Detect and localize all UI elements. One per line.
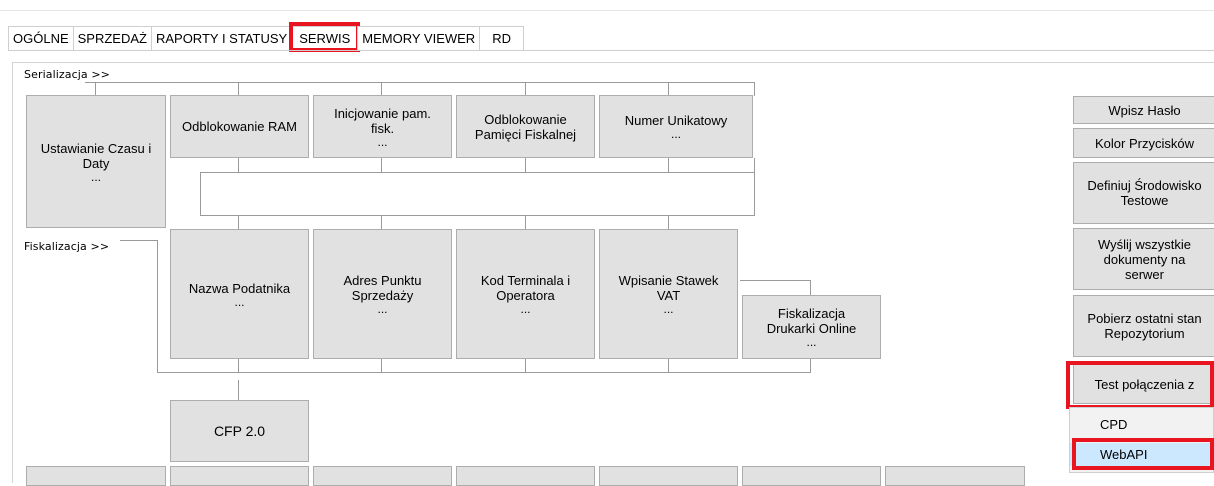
connector	[525, 82, 526, 95]
connector	[754, 82, 755, 96]
connector	[238, 82, 239, 95]
dropdown-item-cpd[interactable]: CPD	[1070, 413, 1213, 436]
button-label: Numer Unikatowy	[624, 113, 728, 128]
button-label: Wyślij wszystkie dokumenty na serwer	[1097, 236, 1192, 282]
connector	[754, 158, 755, 215]
connector	[381, 158, 382, 172]
nazwa-podatnika-button[interactable]: Nazwa Podatnika...	[170, 229, 309, 359]
connector	[200, 215, 755, 216]
wpisanie-stawek-button[interactable]: Wpisanie Stawek VAT...	[599, 229, 738, 359]
button-label: Definiuj Środowisko Testowe	[1087, 178, 1202, 208]
odblokowanie-ram-button[interactable]: Odblokowanie RAM	[170, 95, 309, 158]
button-label: CFP 2.0	[213, 422, 266, 439]
dropdown-item-webapi[interactable]: WebAPI	[1070, 443, 1213, 466]
tab-serwis[interactable]: SERWIS	[289, 22, 361, 52]
bottom-row-button[interactable]	[26, 466, 166, 486]
ellipsis: ...	[806, 335, 817, 349]
button-label: Kod Terminala i Operatora	[480, 273, 571, 303]
bottom-row-button[interactable]	[599, 466, 738, 486]
window-top-border	[0, 10, 1214, 11]
button-label: Wpisz Hasło	[1108, 102, 1181, 118]
kod-terminala-button[interactable]: Kod Terminala i Operatora...	[456, 229, 595, 359]
tab-rd[interactable]: RD	[479, 26, 524, 50]
connector	[668, 158, 669, 172]
wpisz-haslo-button[interactable]: Wpisz Hasło	[1073, 96, 1214, 124]
connector	[200, 172, 201, 215]
odblokowanie-pamieci-button[interactable]: Odblokowanie Pamięci Fiskalnej	[456, 95, 595, 158]
connector	[381, 358, 382, 373]
tab-ogolne[interactable]: OGÓLNE	[8, 26, 74, 50]
connector	[200, 172, 755, 173]
ellipsis: ...	[377, 134, 388, 149]
connector	[238, 158, 239, 172]
connection-dropdown: CPD WebAPI	[1069, 407, 1214, 473]
connector	[525, 358, 526, 373]
bottom-row-button[interactable]	[170, 466, 309, 486]
connector	[238, 380, 239, 400]
connector	[95, 82, 96, 95]
button-label: Ustawianie Czasu i Daty	[40, 140, 152, 171]
connector	[668, 215, 669, 229]
connector	[238, 215, 239, 229]
bottom-row-button[interactable]	[742, 466, 881, 486]
bottom-row-button[interactable]	[313, 466, 452, 486]
connector	[238, 358, 239, 373]
connector	[740, 280, 811, 281]
button-label: Inicjowanie pam. fisk.	[334, 105, 431, 136]
ellipsis: ...	[234, 294, 245, 309]
ellipsis: ...	[90, 169, 101, 184]
ellipsis: ...	[663, 302, 674, 316]
connector	[85, 82, 755, 83]
connector	[668, 82, 669, 95]
tab-separator	[8, 50, 1214, 51]
tab-bar: OGÓLNE SPRZEDAŻ RAPORTY I STATUSY SERWIS…	[8, 22, 524, 52]
definiuj-srodowisko-button[interactable]: Definiuj Środowisko Testowe	[1073, 162, 1214, 224]
kolor-przyciskow-button[interactable]: Kolor Przycisków	[1073, 128, 1214, 158]
button-label: Pobierz ostatni stan Repozytorium	[1087, 311, 1202, 341]
bottom-row-button[interactable]	[885, 466, 1025, 486]
ellipsis: ...	[377, 302, 388, 316]
button-label: Nazwa Podatnika	[188, 280, 291, 296]
fiskalizacja-online-button[interactable]: Fiskalizacja Drukarki Online...	[742, 295, 881, 359]
connector	[120, 240, 158, 241]
bottom-row-button[interactable]	[456, 466, 595, 486]
pobierz-stan-button[interactable]: Pobierz ostatni stan Repozytorium	[1073, 295, 1214, 357]
connector	[668, 358, 669, 373]
wyslij-dokumenty-button[interactable]: Wyślij wszystkie dokumenty na serwer	[1073, 228, 1214, 290]
connector	[525, 158, 526, 172]
button-label: Test połączenia z	[1094, 376, 1195, 392]
button-label: Odblokowanie Pamięci Fiskalnej	[474, 111, 577, 142]
serializacja-label[interactable]: Serializacja >>	[24, 68, 110, 81]
inicjowanie-pamieci-button[interactable]: Inicjowanie pam. fisk....	[313, 95, 452, 158]
connector	[157, 372, 810, 373]
button-label: Kolor Przycisków	[1095, 135, 1194, 151]
ellipsis: ...	[520, 302, 531, 316]
button-label: Fiskalizacja Drukarki Online	[766, 306, 857, 336]
cfp-button[interactable]: CFP 2.0	[170, 400, 309, 462]
ellipsis: ...	[670, 127, 681, 141]
connector	[157, 240, 158, 373]
connector	[525, 215, 526, 229]
ustawianie-czasu-button[interactable]: Ustawianie Czasu i Daty...	[26, 95, 166, 228]
connector	[381, 82, 382, 95]
test-polaczenia-button[interactable]: Test połączenia z	[1073, 364, 1214, 404]
tab-raporty[interactable]: RAPORTY I STATUSY	[150, 26, 293, 50]
button-label: Odblokowanie RAM	[182, 119, 297, 134]
button-label: Wpisanie Stawek VAT	[618, 273, 719, 303]
tab-memory-viewer[interactable]: MEMORY VIEWER	[357, 26, 481, 50]
tab-sprzedaz[interactable]: SPRZEDAŻ	[72, 26, 152, 50]
numer-unikatowy-button[interactable]: Numer Unikatowy...	[599, 95, 753, 158]
connector	[381, 215, 382, 229]
connector	[810, 280, 811, 295]
adres-punktu-button[interactable]: Adres Punktu Sprzedaży...	[313, 229, 452, 359]
fiskalizacja-label[interactable]: Fiskalizacja >>	[24, 240, 109, 253]
connector	[810, 358, 811, 373]
button-label: Adres Punktu Sprzedaży	[343, 273, 422, 303]
